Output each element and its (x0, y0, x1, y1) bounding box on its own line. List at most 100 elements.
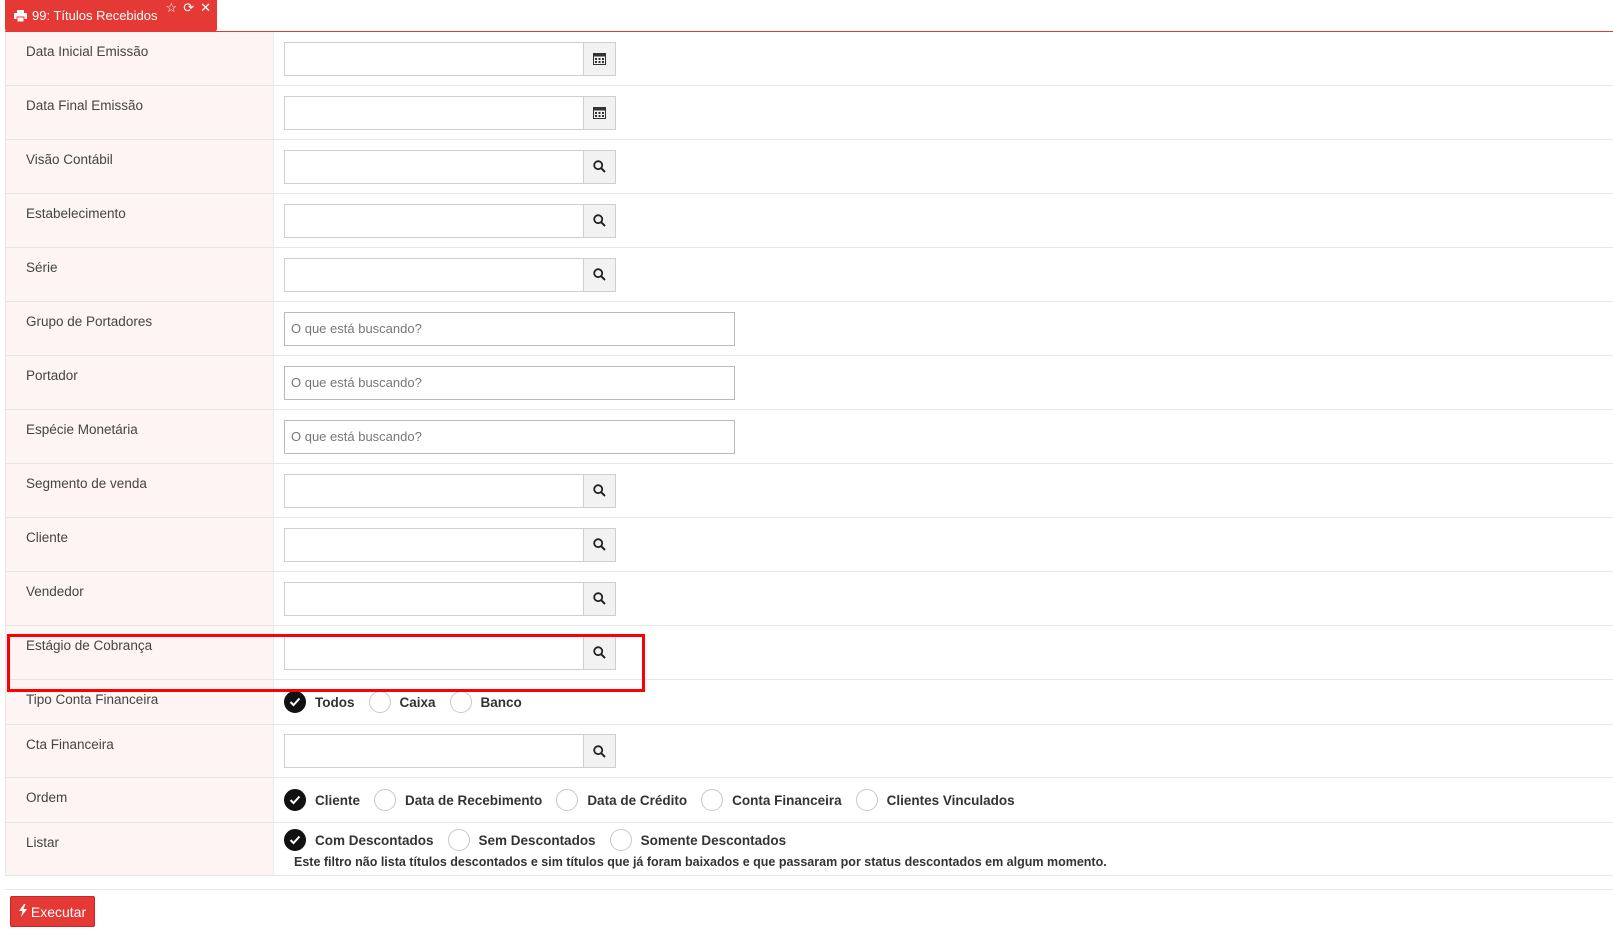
search-icon[interactable] (583, 734, 616, 768)
estabelecimento-input[interactable] (284, 203, 583, 238)
radio-data-recebimento[interactable]: Data de Recebimento (374, 789, 542, 811)
row-data-final: Data Final Emissão (6, 86, 1613, 140)
radio-label: Com Descontados (315, 832, 434, 848)
row-grupo-portadores: Grupo de Portadores (6, 302, 1613, 356)
cta-financeira-input[interactable] (284, 734, 583, 768)
search-icon[interactable] (583, 527, 616, 562)
row-segmento-venda: Segmento de venda (6, 464, 1613, 518)
field-label: Cta Financeira (6, 725, 274, 777)
row-serie: Série (6, 248, 1613, 302)
row-cliente: Cliente (6, 518, 1613, 572)
radio-circle (556, 789, 579, 811)
serie-input[interactable] (284, 257, 583, 292)
search-icon[interactable] (583, 203, 616, 238)
field-label: Listar (6, 823, 274, 875)
field-label: Tipo Conta Financeira (6, 680, 274, 724)
check-icon (284, 789, 306, 811)
grupo-portadores-search[interactable] (284, 311, 735, 346)
filter-form: Data Inicial Emissão Data Final Emissão … (5, 32, 1613, 876)
refresh-icon[interactable]: ⟳ (183, 1, 194, 15)
radio-label: Banco (480, 694, 522, 710)
radio-conta-financeira[interactable]: Conta Financeira (701, 789, 842, 811)
star-icon[interactable]: ☆ (166, 1, 178, 15)
data-inicial-input[interactable] (284, 41, 583, 76)
execute-label: Executar (30, 903, 87, 920)
close-icon[interactable]: ✕ (200, 1, 211, 15)
field-label: Data Inicial Emissão (6, 32, 274, 85)
radio-circle (449, 691, 472, 713)
vendedor-input[interactable] (284, 581, 583, 616)
row-cta-financeira: Cta Financeira (6, 725, 1613, 778)
search-icon[interactable] (583, 581, 616, 616)
cliente-input[interactable] (284, 527, 583, 562)
field-label: Vendedor (6, 572, 274, 625)
row-tipo-conta: Tipo Conta Financeira Todos Caixa Banco (6, 680, 1613, 725)
row-ordem: Ordem Cliente Data de Recebimento Data d… (6, 778, 1613, 823)
field-label: Estágio de Cobrança (6, 626, 274, 679)
field-label: Portador (6, 356, 274, 409)
search-icon[interactable] (583, 473, 616, 508)
row-data-inicial: Data Inicial Emissão (6, 32, 1613, 86)
visao-contabil-input[interactable] (284, 149, 583, 184)
ordem-radio-group: Cliente Data de Recebimento Data de Créd… (284, 789, 1029, 811)
radio-circle (855, 789, 878, 811)
report-tab[interactable]: 99: Títulos Recebidos ☆ ⟳ ✕ (5, 0, 217, 31)
data-final-input[interactable] (284, 95, 583, 130)
radio-todos[interactable]: Todos (284, 691, 355, 713)
field-label: Grupo de Portadores (6, 302, 274, 355)
radio-data-credito[interactable]: Data de Crédito (556, 789, 687, 811)
radio-label: Conta Financeira (732, 792, 842, 808)
listar-radio-group: Com Descontados Sem Descontados Somente … (284, 829, 800, 851)
row-visao-contabil: Visão Contábil (6, 140, 1613, 194)
radio-label: Somente Descontados (640, 832, 787, 848)
radio-circle (447, 829, 470, 851)
radio-circle (374, 789, 397, 811)
calendar-icon[interactable] (583, 41, 616, 76)
portador-search[interactable] (284, 365, 735, 400)
execute-button[interactable]: Executar (10, 896, 95, 927)
radio-label: Sem Descontados (478, 832, 596, 848)
search-icon[interactable] (583, 635, 616, 670)
radio-label: Cliente (315, 792, 361, 808)
field-label: Visão Contábil (6, 140, 274, 193)
radio-somente-descontados[interactable]: Somente Descontados (609, 829, 787, 851)
check-icon (284, 829, 306, 851)
radio-label: Data de Recebimento (405, 792, 543, 808)
radio-label: Caixa (399, 694, 436, 710)
field-label: Data Final Emissão (6, 86, 274, 139)
estagio-cobranca-input[interactable] (284, 635, 583, 670)
row-estagio-cobranca: Estágio de Cobrança (6, 626, 1613, 680)
field-label: Espécie Monetária (6, 410, 274, 463)
search-icon[interactable] (583, 257, 616, 292)
radio-com-descontados[interactable]: Com Descontados (284, 829, 434, 851)
radio-sem-descontados[interactable]: Sem Descontados (447, 829, 596, 851)
radio-circle (701, 789, 724, 811)
row-especie-monetaria: Espécie Monetária (6, 410, 1613, 464)
print-icon (14, 9, 27, 22)
radio-label: Data de Crédito (587, 792, 688, 808)
tab-title: 99: Títulos Recebidos (32, 8, 158, 23)
tipo-conta-radio-group: Todos Caixa Banco (284, 691, 536, 713)
row-portador: Portador (6, 356, 1613, 410)
field-label: Ordem (6, 778, 274, 822)
calendar-icon[interactable] (583, 95, 616, 130)
field-label: Segmento de venda (6, 464, 274, 517)
field-label: Cliente (6, 518, 274, 571)
radio-circle (368, 691, 391, 713)
radio-cliente[interactable]: Cliente (284, 789, 360, 811)
especie-monetaria-search[interactable] (284, 419, 735, 454)
radio-label: Clientes Vinculados (886, 792, 1015, 808)
radio-circle (609, 829, 632, 851)
radio-banco[interactable]: Banco (449, 691, 522, 713)
segmento-venda-input[interactable] (284, 473, 583, 508)
search-icon[interactable] (583, 149, 616, 184)
check-icon (284, 691, 306, 713)
radio-caixa[interactable]: Caixa (368, 691, 436, 713)
row-estabelecimento: Estabelecimento (6, 194, 1613, 248)
footer: Executar (5, 889, 1613, 932)
listar-help-note: Este filtro não lista títulos descontado… (294, 855, 1107, 869)
field-label: Série (6, 248, 274, 301)
row-listar: Listar Com Descontados Sem Descontados S… (6, 823, 1613, 876)
field-label: Estabelecimento (6, 194, 274, 247)
radio-clientes-vinculados[interactable]: Clientes Vinculados (855, 789, 1015, 811)
